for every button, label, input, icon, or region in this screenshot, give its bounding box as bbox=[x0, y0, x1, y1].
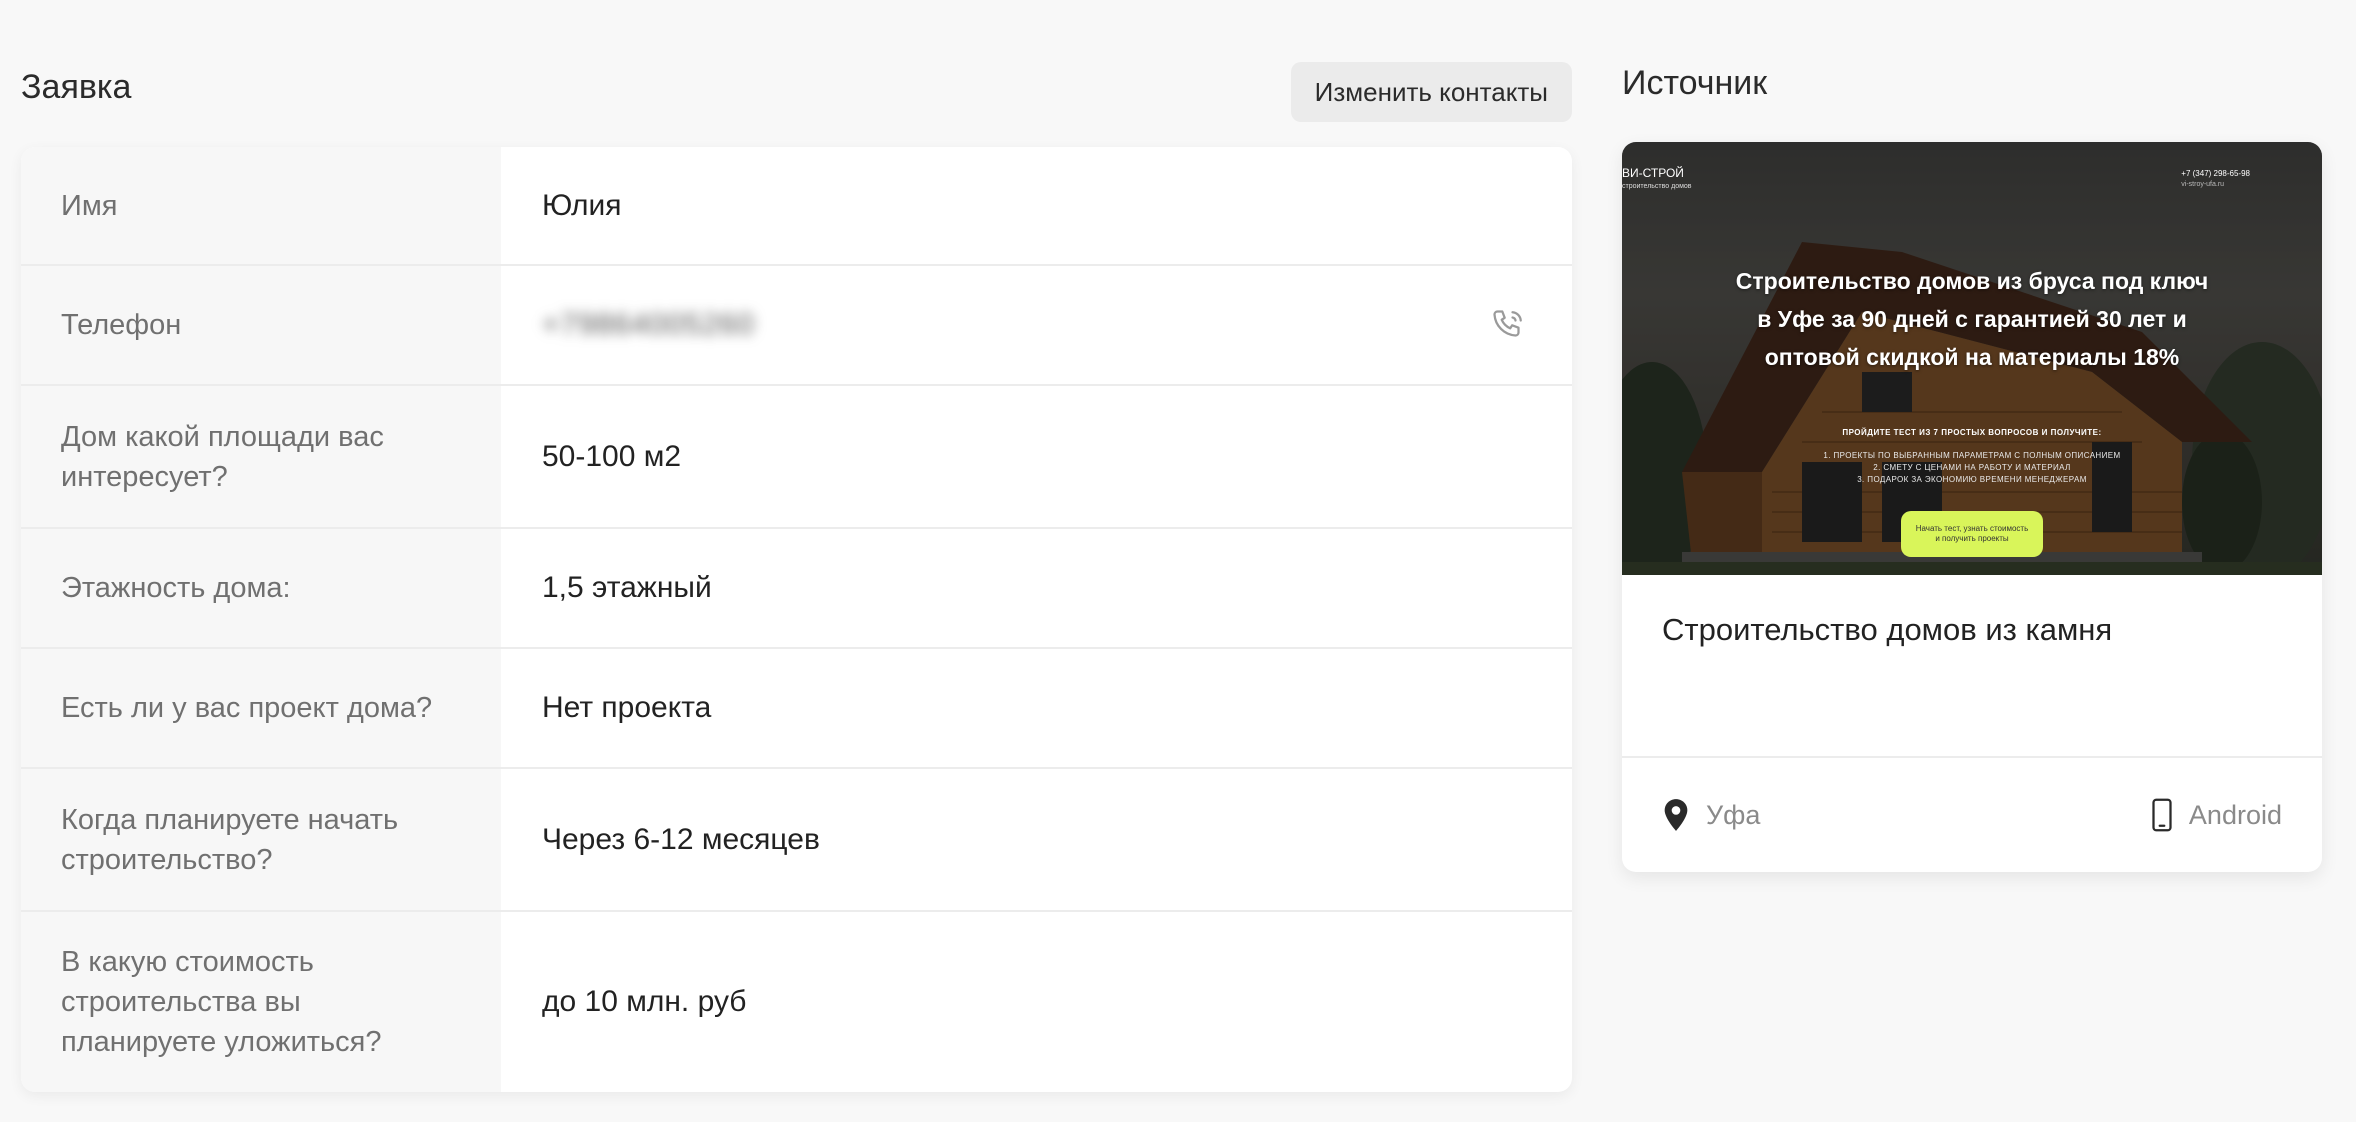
row-value: Через 6-12 месяцев bbox=[542, 822, 820, 856]
row-value: Нет проекта bbox=[542, 691, 712, 724]
platform-label: Android bbox=[2188, 799, 2282, 830]
source-city: Уфа bbox=[1662, 798, 1760, 832]
row-label: Есть ли у вас проект дома? bbox=[21, 649, 501, 767]
edit-contacts-button[interactable]: Изменить контакты bbox=[1290, 62, 1572, 122]
source-card[interactable]: ВИ-СТРОЙ строительство домов +7 (347) 29… bbox=[1622, 142, 2322, 872]
table-row-project: Есть ли у вас проект дома? Нет проекта bbox=[21, 649, 1572, 769]
row-label: Телефон bbox=[21, 266, 501, 384]
row-value: +79864005260 bbox=[501, 266, 1572, 384]
location-pin-icon bbox=[1664, 799, 1688, 831]
table-row-area: Дом какой площади вас интересует? 50-100… bbox=[21, 386, 1572, 529]
table-row-phone: Телефон +79864005260 bbox=[21, 266, 1572, 386]
table-row-floors: Этажность дома: 1,5 этажный bbox=[21, 529, 1572, 649]
preview-logo-sub: строительство домов bbox=[1622, 183, 1692, 190]
request-section: Заявка Изменить контакты Имя Юлия Телефо… bbox=[21, 0, 1572, 1092]
preview-subhead: ПРОЙДИТЕ ТЕСТ ИЗ 7 ПРОСТЫХ ВОПРОСОВ И ПО… bbox=[1842, 428, 2102, 437]
preview-logo-text: ВИ-СТРОЙ bbox=[1622, 166, 1684, 180]
table-row-start: Когда планируете начать строительство? Ч… bbox=[21, 769, 1572, 912]
phone-value-blurred: +79864005260 bbox=[542, 308, 756, 341]
row-value: Юлия bbox=[542, 188, 622, 222]
table-row-name: Имя Юлия bbox=[21, 147, 1572, 266]
table-row-budget: В какую стоимость строительства вы плани… bbox=[21, 912, 1572, 1092]
preview-list: 1. ПРОЕКТЫ ПО ВЫБРАННЫМ ПАРАМЕТРАМ С ПОЛ… bbox=[1772, 450, 2172, 486]
smartphone-icon bbox=[2152, 798, 2172, 832]
preview-list-item: 1. ПРОЕКТЫ ПО ВЫБРАННЫМ ПАРАМЕТРАМ С ПОЛ… bbox=[1823, 451, 2121, 460]
preview-phone-text: +7 (347) 298-65-98 bbox=[2181, 169, 2250, 178]
city-label: Уфа bbox=[1706, 799, 1761, 830]
phone-call-icon[interactable] bbox=[1490, 307, 1526, 343]
row-label: Имя bbox=[21, 147, 501, 264]
preview-list-item: 3. ПОДАРОК ЗА ЭКОНОМИЮ ВРЕМЕНИ МЕНЕДЖЕРА… bbox=[1857, 475, 2087, 484]
row-value: до 10 млн. руб bbox=[542, 985, 747, 1018]
preview-phone: +7 (347) 298-65-98 vi-stroy-ufa.ru bbox=[2181, 168, 2250, 190]
source-title: Источник bbox=[1622, 64, 1768, 102]
page: Заявка Изменить контакты Имя Юлия Телефо… bbox=[0, 0, 2356, 1122]
request-title: Заявка bbox=[21, 68, 132, 106]
preview-cta-button: Начать тест, узнать стоимость и получить… bbox=[1901, 511, 2043, 557]
preview-logo: ВИ-СТРОЙ строительство домов bbox=[1622, 166, 1692, 194]
source-platform: Android bbox=[2151, 798, 2282, 832]
row-label: Когда планируете начать строительство? bbox=[21, 769, 501, 910]
row-label: Дом какой площади вас интересует? bbox=[21, 386, 501, 527]
row-label: Этажность дома: bbox=[21, 529, 501, 647]
row-value: 1,5 этажный bbox=[542, 571, 712, 604]
request-table: Имя Юлия Телефон +79864005260 Дом какой … bbox=[21, 147, 1572, 1092]
row-value: 50-100 м2 bbox=[542, 439, 682, 473]
preview-headline: Строительство домов из бруса под ключ в … bbox=[1735, 268, 2209, 370]
preview-list-item: 2. СМЕТУ С ЦЕНАМИ НА РАБОТУ И МАТЕРИАЛ bbox=[1873, 463, 2071, 472]
request-header: Заявка Изменить контакты bbox=[21, 0, 1572, 147]
source-card-footer: Уфа Android bbox=[1622, 758, 2322, 872]
row-label: В какую стоимость строительства вы плани… bbox=[21, 912, 501, 1092]
source-card-title: Строительство домов из камня bbox=[1662, 612, 2113, 647]
preview-phone-sub: vi-stroy-ufa.ru bbox=[2181, 181, 2225, 188]
landing-preview-image: ВИ-СТРОЙ строительство домов +7 (347) 29… bbox=[1622, 142, 2322, 575]
